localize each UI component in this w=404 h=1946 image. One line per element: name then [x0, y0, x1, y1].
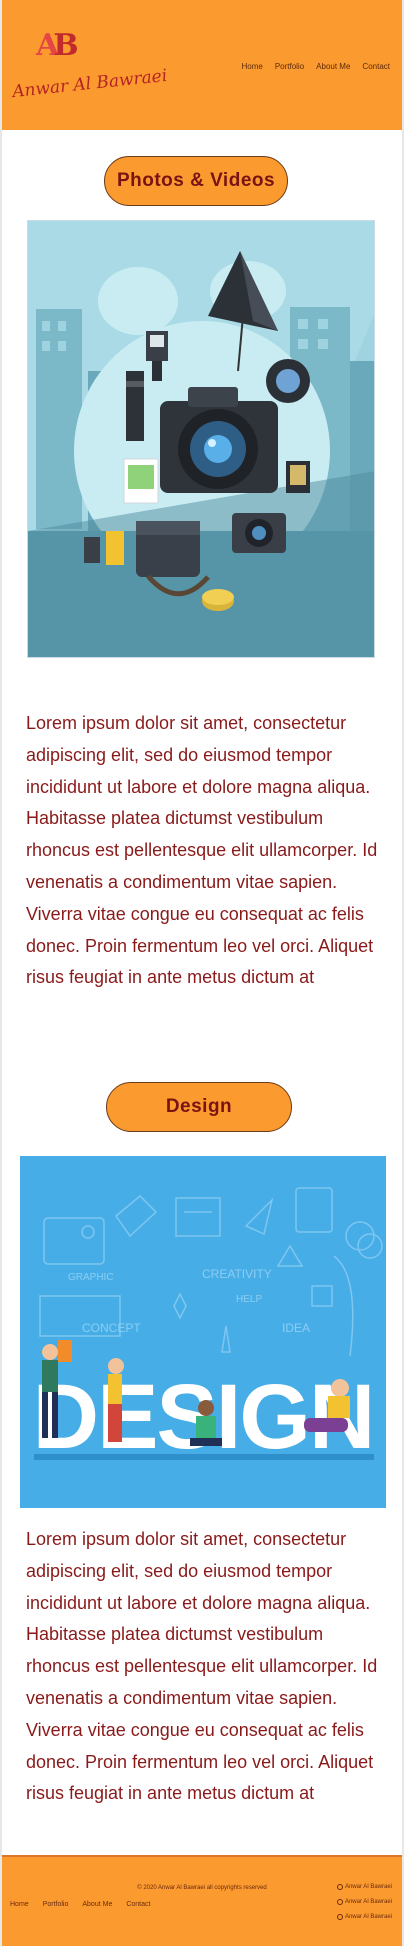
instagram-icon [336, 1898, 343, 1905]
photos-description: Lorem ipsum dolor sit amet, consectetur … [26, 713, 378, 988]
footer-nav-portfolio[interactable]: Portfolio [43, 1901, 69, 1908]
design-word-graphic: GRAPHIC [68, 1272, 114, 1283]
footer-nav-home[interactable]: Home [10, 1901, 29, 1908]
social-links: Anwar Al Bawraei Anwar Al Bawraei Anwar … [336, 1879, 392, 1924]
camera-equipment-illustration [28, 221, 374, 657]
section-title-design[interactable]: Design [106, 1082, 292, 1132]
page: AB Anwar Al Bawraei Home Portfolio About… [2, 0, 402, 1946]
nav-about[interactable]: About Me [316, 62, 350, 71]
design-image: CREATIVITY CONCEPT IDEA HELP GRAPHIC DES… [20, 1156, 386, 1508]
site-logo[interactable]: AB Anwar Al Bawraei [11, 24, 168, 110]
footer-nav-contact[interactable]: Contact [126, 1901, 150, 1908]
design-word-concept: CONCEPT [82, 1321, 141, 1335]
social-link-facebook[interactable]: Anwar Al Bawraei [336, 1879, 392, 1894]
social-link-label: Anwar Al Bawraei [344, 1883, 392, 1890]
footer-nav-about[interactable]: About Me [82, 1901, 112, 1908]
main-nav: Home Portfolio About Me Contact [241, 62, 390, 71]
design-word-creativity: CREATIVITY [202, 1267, 272, 1281]
site-header: AB Anwar Al Bawraei Home Portfolio About… [2, 0, 402, 130]
footer-nav: Home Portfolio About Me Contact [10, 1901, 150, 1908]
social-link-label: Anwar Al Bawraei [344, 1913, 392, 1920]
nav-portfolio[interactable]: Portfolio [275, 62, 304, 71]
linkedin-icon [336, 1913, 343, 1920]
design-description: Lorem ipsum dolor sit amet, consectetur … [26, 1529, 378, 1804]
photos-image [27, 220, 375, 658]
logo-letter-b: B [53, 28, 78, 63]
nav-contact[interactable]: Contact [362, 62, 390, 71]
social-link-instagram[interactable]: Anwar Al Bawraei [336, 1894, 392, 1909]
nav-home[interactable]: Home [241, 62, 262, 71]
section-title-photos[interactable]: Photos & Videos [104, 156, 288, 206]
design-word-help: HELP [236, 1294, 262, 1305]
logo-monogram: AB [36, 28, 79, 63]
social-link-label: Anwar Al Bawraei [344, 1898, 392, 1905]
logo-letter-a: A [36, 28, 59, 63]
design-illustration: CREATIVITY CONCEPT IDEA HELP GRAPHIC DES… [20, 1156, 386, 1508]
design-word-idea: IDEA [282, 1321, 310, 1335]
facebook-icon [336, 1883, 343, 1890]
logo-signature: Anwar Al Bawraei [11, 65, 169, 103]
social-link-linkedin[interactable]: Anwar Al Bawraei [336, 1909, 392, 1924]
site-footer: © 2020 Anwar Al Bawraei all copyrights r… [2, 1855, 402, 1946]
